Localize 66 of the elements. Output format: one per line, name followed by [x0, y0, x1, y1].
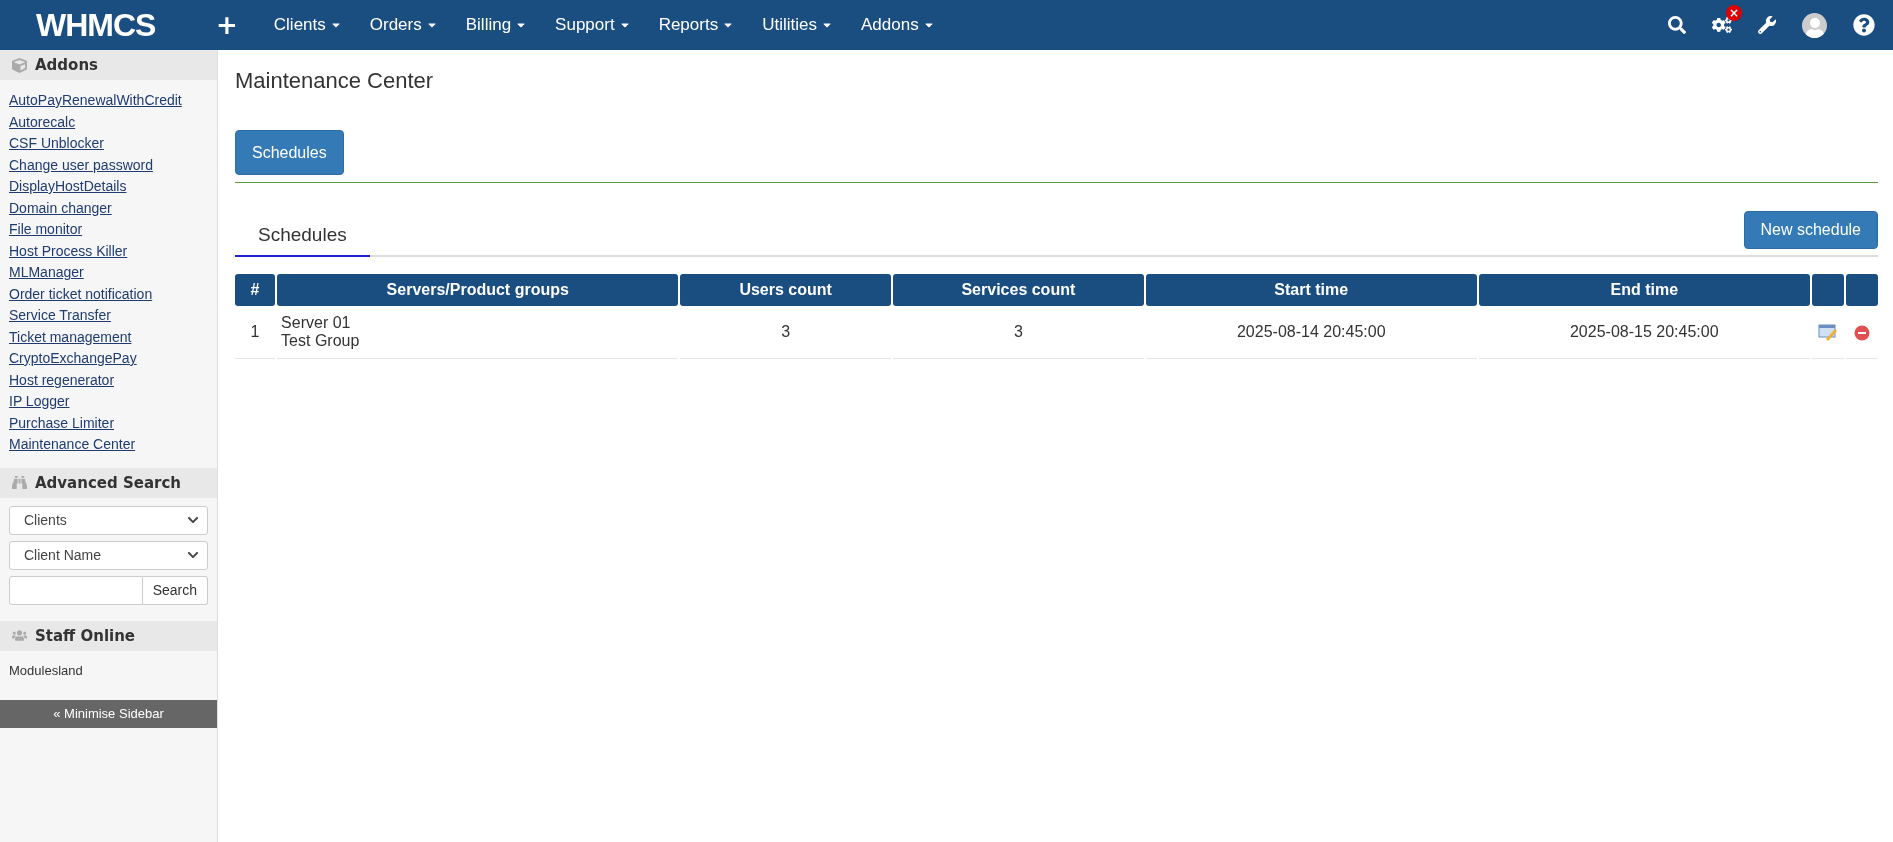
column-header: Users count [680, 274, 891, 306]
table-cell: 2025-08-14 20:45:00 [1145, 306, 1477, 359]
column-header: Servers/Product groups [277, 274, 679, 306]
panel-title: Staff Online [35, 626, 136, 645]
addon-link[interactable]: Purchase Limiter [9, 412, 208, 434]
help-icon[interactable] [1853, 14, 1875, 36]
addon-link[interactable]: Host regenerator [9, 369, 208, 391]
addon-link[interactable]: Maintenance Center [9, 434, 208, 456]
column-header [1845, 274, 1878, 306]
addon-link[interactable]: IP Logger [9, 391, 208, 413]
chevron-icon [187, 514, 199, 526]
addon-link[interactable]: Autorecalc [9, 111, 208, 133]
panel-title: Advanced Search [35, 473, 181, 492]
column-header [1811, 274, 1844, 306]
new-schedule-button[interactable]: New schedule [1743, 211, 1878, 249]
column-header: Services count [892, 274, 1144, 306]
column-header: End time [1478, 274, 1810, 306]
schedules-button[interactable]: Schedules [235, 130, 344, 175]
logo[interactable]: WHMCS [36, 6, 216, 44]
nav-menu[interactable]: Orders [355, 15, 452, 35]
addon-link[interactable]: DisplayHostDetails [9, 176, 208, 198]
addon-link[interactable]: Domain changer [9, 197, 208, 219]
cube-icon [12, 57, 27, 73]
table-cell: 3 [680, 306, 891, 359]
nav-menu[interactable]: Clients [259, 15, 356, 35]
addon-link[interactable]: CryptoExchangePay [9, 348, 208, 370]
nav-menu[interactable]: Reports [644, 15, 749, 35]
addon-link[interactable]: Service Transfer [9, 305, 208, 327]
staff-name: Modulesland [9, 662, 84, 678]
nav-menu[interactable]: Utilities [748, 15, 847, 35]
column-header: Start time [1145, 274, 1477, 306]
search-icon[interactable] [1668, 16, 1686, 34]
addon-link[interactable]: AutoPayRenewalWithCredit [9, 90, 208, 112]
select-field[interactable]: Clients [9, 505, 208, 535]
addon-link[interactable]: Change user password [9, 154, 208, 176]
table-cell: Server 01 Test Group [277, 306, 679, 359]
panel-title: Addons [35, 56, 98, 74]
avatar-icon[interactable] [1802, 12, 1827, 38]
select-field[interactable]: Client Name [9, 540, 208, 570]
nav-menu[interactable]: Addons [846, 15, 949, 35]
addon-link[interactable]: Order ticket notification [9, 283, 208, 305]
gears-icon[interactable] [1712, 15, 1732, 35]
table-cell: 1 [235, 306, 276, 359]
users-icon [12, 628, 27, 643]
search-button[interactable]: Search [142, 575, 208, 605]
nav-menu[interactable]: Billing [451, 15, 542, 35]
search-input[interactable] [9, 575, 143, 605]
minimise-sidebar-button[interactable]: « Minimise Sidebar [0, 699, 217, 728]
addon-link[interactable]: CSF Unblocker [9, 133, 208, 155]
wrench-icon[interactable] [1758, 16, 1776, 34]
edit-icon[interactable] [1817, 323, 1838, 342]
delete-icon[interactable] [1853, 324, 1870, 341]
tab[interactable]: Schedules [235, 214, 370, 257]
table-cell: 2025-08-15 20:45:00 [1478, 306, 1810, 359]
page-title: Maintenance Center [235, 68, 435, 94]
chevron-icon [187, 549, 199, 561]
addon-link[interactable]: Ticket management [9, 326, 208, 348]
table-cell: 3 [892, 306, 1144, 359]
column-header: # [235, 274, 276, 306]
alert-badge: × [1726, 5, 1742, 21]
addon-link[interactable]: MLManager [9, 262, 208, 284]
nav-menu[interactable]: Support [541, 15, 645, 35]
addon-link[interactable]: Host Process Killer [9, 240, 208, 262]
add-button[interactable]: + [216, 10, 238, 40]
binoculars-icon [12, 475, 27, 490]
addon-link[interactable]: File monitor [9, 219, 208, 241]
